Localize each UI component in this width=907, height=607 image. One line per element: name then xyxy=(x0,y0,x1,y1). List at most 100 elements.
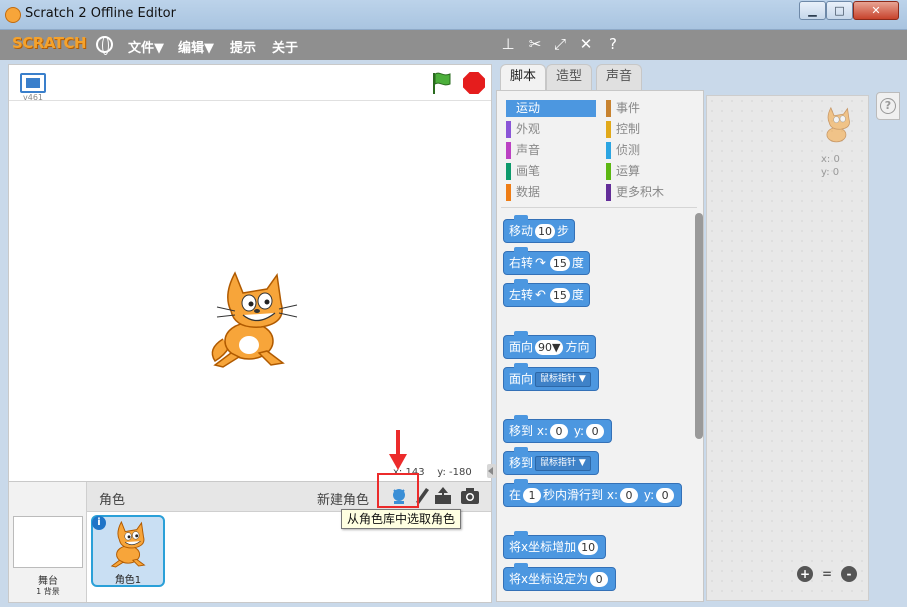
backdrop-count: 1 背景 xyxy=(36,587,60,596)
menu-tips[interactable]: 提示 xyxy=(230,37,256,56)
block-point-direction[interactable]: 面向 90▼ 方向 xyxy=(503,331,596,359)
green-flag-icon[interactable] xyxy=(430,71,452,95)
help-tab[interactable]: ? xyxy=(876,92,900,120)
category-control[interactable]: 控制 xyxy=(606,121,696,138)
block-point-towards[interactable]: 面向 鼠标指针 ▼ xyxy=(503,363,599,391)
cut-icon[interactable]: ✂ xyxy=(526,35,544,53)
change-input[interactable]: 10 xyxy=(578,540,599,555)
tab-sounds[interactable]: 声音 xyxy=(596,64,643,90)
collapse-stage-arrow-icon[interactable] xyxy=(487,464,496,478)
block-goto-xy[interactable]: 移到 x: 0 y: 0 xyxy=(503,415,613,443)
sprite-y-label: y: xyxy=(821,167,830,178)
x-input[interactable]: 0 xyxy=(620,488,639,503)
x-label: x: xyxy=(536,424,548,438)
scratch-logo[interactable]: SCRATCH xyxy=(12,34,87,52)
block-text: 移到 xyxy=(509,456,534,470)
target-dropdown[interactable]: 鼠标指针 ▼ xyxy=(535,456,591,471)
category-events[interactable]: 事件 xyxy=(606,100,696,117)
category-data[interactable]: 数据 xyxy=(506,184,596,201)
menu-about[interactable]: 关于 xyxy=(272,37,298,56)
sprite-name: 角色1 xyxy=(114,575,142,586)
highlight-box xyxy=(377,473,419,508)
rotate-counterclockwise-icon: ↶ xyxy=(535,288,546,303)
fullscreen-icon[interactable] xyxy=(20,73,46,93)
block-text: 在 xyxy=(509,488,522,502)
sprite-thumbnail-cat xyxy=(110,520,146,568)
sprite-y-readout: y: 0 xyxy=(821,167,839,178)
mouse-y-value: -180 xyxy=(449,467,472,478)
category-looks[interactable]: 外观 xyxy=(506,121,596,138)
y-label: y: xyxy=(573,424,585,438)
rotate-clockwise-icon: ↷ xyxy=(535,256,546,271)
camera-icon[interactable] xyxy=(460,486,480,506)
stage-canvas[interactable] xyxy=(9,101,491,463)
new-sprite-label: 新建角色 xyxy=(317,493,370,508)
block-set-x[interactable]: 将x坐标设定为 0 xyxy=(503,563,617,591)
block-text: 左转 xyxy=(509,288,534,302)
duplicate-stamp-icon[interactable]: ⊥ xyxy=(499,35,517,53)
category-sensing[interactable]: 侦测 xyxy=(606,142,696,159)
stage-column-header xyxy=(9,482,87,512)
seconds-input[interactable]: 1 xyxy=(523,488,542,503)
y-input[interactable]: 0 xyxy=(656,488,675,503)
block-text: 右转 xyxy=(509,256,534,270)
block-change-x[interactable]: 将x坐标增加 10 xyxy=(503,531,607,559)
tab-costumes[interactable]: 造型 xyxy=(546,64,593,90)
sprite-cat-on-stage[interactable] xyxy=(205,269,301,369)
block-turn-right[interactable]: 右转 ↷ 15 度 xyxy=(503,247,590,275)
sprite-x-value: 0 xyxy=(833,154,840,165)
category-motion[interactable]: 运动 xyxy=(506,100,596,117)
editor-tabs: 脚本 造型 声音 xyxy=(496,64,706,92)
block-move-steps[interactable]: 移动 10 步 xyxy=(503,215,576,243)
menu-file[interactable]: 文件▼ xyxy=(128,37,164,56)
info-icon[interactable]: i xyxy=(92,516,106,530)
current-sprite-cat-icon xyxy=(826,106,850,143)
help-icon[interactable]: ? xyxy=(604,35,622,53)
degrees-input[interactable]: 15 xyxy=(549,256,570,271)
grow-icon[interactable]: ⤢ xyxy=(551,35,569,53)
set-input[interactable]: 0 xyxy=(590,572,609,587)
target-dropdown[interactable]: 鼠标指针 ▼ xyxy=(535,372,591,387)
direction-input[interactable]: 90▼ xyxy=(535,340,564,355)
zoom-out-button[interactable]: - xyxy=(841,566,857,582)
block-text: 将x坐标设定为 xyxy=(509,572,589,586)
category-pen[interactable]: 画笔 xyxy=(506,163,596,180)
sprite-x-label: x: xyxy=(821,154,831,165)
window-title: Scratch 2 Offline Editor xyxy=(25,6,176,21)
stage-header: v461 xyxy=(9,65,491,102)
zoom-reset-button[interactable]: = xyxy=(819,566,835,582)
category-sound[interactable]: 声音 xyxy=(506,142,596,159)
zoom-in-button[interactable]: + xyxy=(797,566,813,582)
degrees-input[interactable]: 15 xyxy=(549,288,570,303)
block-text: 面向 xyxy=(509,340,534,354)
mouse-y-label: y: xyxy=(437,467,446,478)
palette-divider xyxy=(501,207,697,208)
block-turn-left[interactable]: 左转 ↶ 15 度 xyxy=(503,279,590,307)
question-icon: ? xyxy=(880,98,896,114)
stage-selector[interactable]: 舞台 1 背景 xyxy=(9,512,87,602)
upload-sprite-icon[interactable] xyxy=(433,486,453,506)
close-button[interactable]: ✕ xyxy=(853,1,899,20)
steps-input[interactable]: 10 xyxy=(535,224,556,239)
stage-panel: v461 x: 143 y: -180 xyxy=(8,64,492,484)
block-glide[interactable]: 在 1 秒内滑行到 x: 0 y: 0 xyxy=(503,479,683,507)
category-operators[interactable]: 运算 xyxy=(606,163,696,180)
maximize-button[interactable]: □ xyxy=(826,1,853,20)
menu-edit[interactable]: 编辑▼ xyxy=(178,37,214,56)
block-goto[interactable]: 移到 鼠标指针 ▼ xyxy=(503,447,599,475)
sprite-tile[interactable]: i 角色1 xyxy=(91,515,165,587)
minimize-button[interactable]: ▁ xyxy=(799,1,826,20)
y-label: y: xyxy=(643,488,655,502)
stage-thumbnail[interactable] xyxy=(13,516,83,568)
language-globe-icon[interactable] xyxy=(96,36,113,55)
tab-scripts[interactable]: 脚本 xyxy=(500,64,547,92)
block-palette: 运动 外观 声音 画笔 数据 事件 控制 侦测 运算 更多积木 移动 10 步 右转… xyxy=(496,90,704,602)
x-input[interactable]: 0 xyxy=(550,424,568,439)
block-text: 方向 xyxy=(565,340,590,354)
y-input[interactable]: 0 xyxy=(586,424,605,439)
category-more-blocks[interactable]: 更多积木 xyxy=(606,184,696,201)
stop-sign-icon[interactable] xyxy=(463,72,485,94)
shrink-icon[interactable]: ✕ xyxy=(577,35,595,53)
scripts-area[interactable]: x: 0 y: 0 + = - xyxy=(706,95,869,601)
palette-scrollbar[interactable] xyxy=(695,213,703,439)
